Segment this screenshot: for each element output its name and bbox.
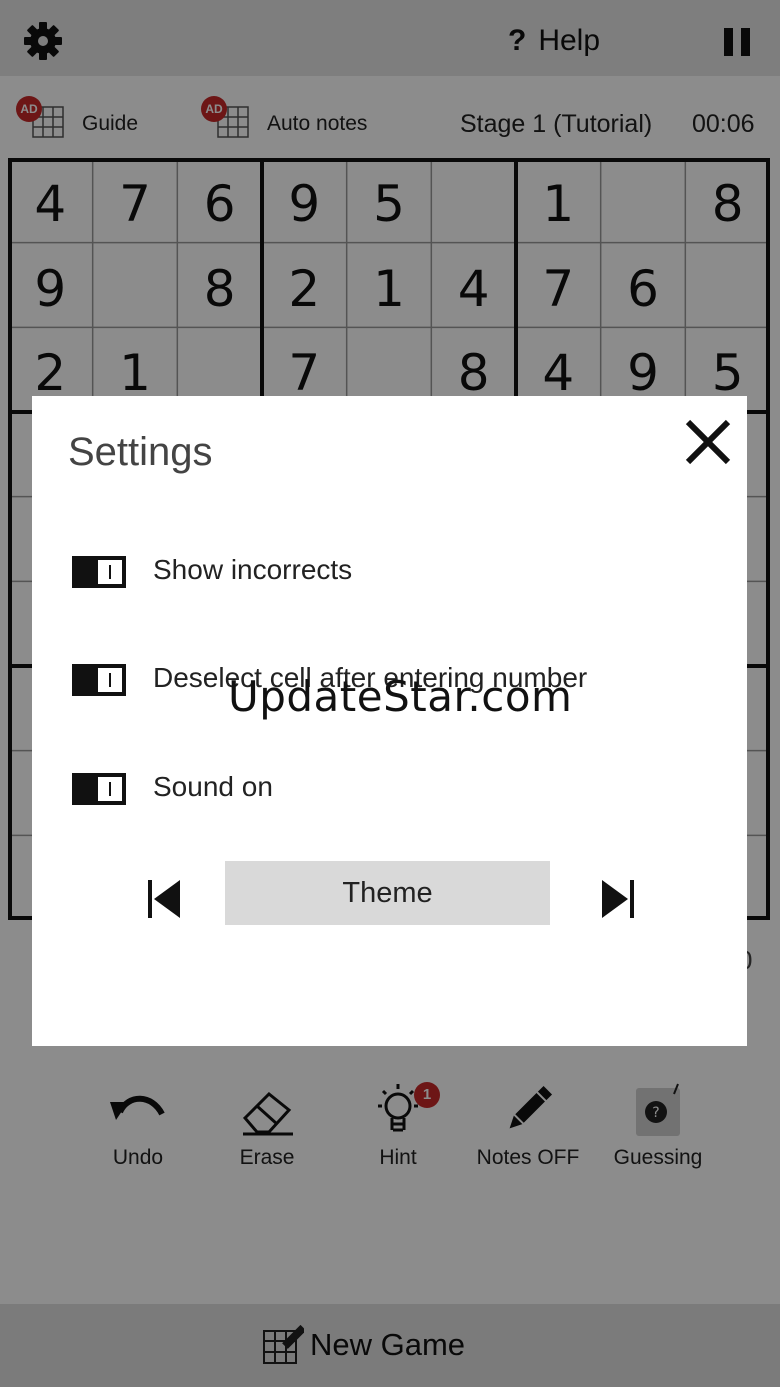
previous-theme-icon[interactable] xyxy=(146,878,182,920)
sound-toggle[interactable] xyxy=(72,773,126,805)
settings-dialog: Settings Show incorrects Deselect cell a… xyxy=(32,396,747,1046)
show-incorrects-toggle[interactable] xyxy=(72,556,126,588)
deselect-cell-toggle[interactable] xyxy=(72,664,126,696)
settings-title: Settings xyxy=(68,430,213,474)
close-icon[interactable] xyxy=(682,416,734,468)
next-theme-icon[interactable] xyxy=(600,878,636,920)
sound-label: Sound on xyxy=(153,771,273,802)
theme-button[interactable]: Theme xyxy=(225,861,550,925)
show-incorrects-label: Show incorrects xyxy=(153,554,353,585)
watermark: UpdateStar.com xyxy=(228,672,573,721)
